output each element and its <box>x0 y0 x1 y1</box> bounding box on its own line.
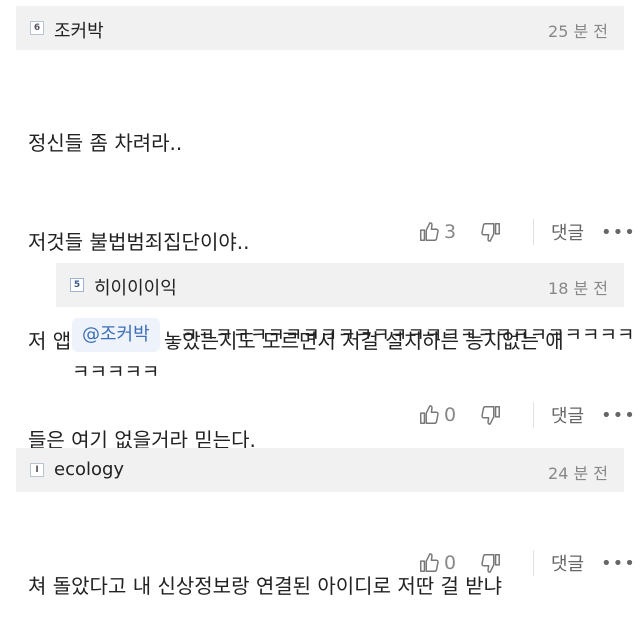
level-badge-icon: I <box>30 463 44 477</box>
more-icon: ••• <box>601 404 636 426</box>
thumbs-down-icon <box>481 406 500 425</box>
reply-label: 댓글 <box>551 406 585 427</box>
more-button[interactable]: ••• <box>601 400 636 430</box>
like-button[interactable]: 0 <box>418 548 456 578</box>
comment-line: 정신들 좀 차려라.. <box>28 131 183 155</box>
thumbs-up-icon <box>420 222 439 241</box>
comment-time: 24 분 전 <box>548 464 608 483</box>
reply-button[interactable]: 댓글 <box>551 548 584 578</box>
comment-time: 25 분 전 <box>548 22 608 41</box>
comment-time: 18 분 전 <box>548 279 608 298</box>
comment-actions: 0 댓글 ••• <box>0 400 640 430</box>
comment-header: 6 조커박 25 분 전 <box>16 6 624 50</box>
reply-header: 5 히이이이익 18 분 전 <box>56 263 624 307</box>
reply-button[interactable]: 댓글 <box>551 217 584 247</box>
reply-label: 댓글 <box>551 554 585 575</box>
comment-author[interactable]: ecology <box>54 459 124 480</box>
more-icon: ••• <box>601 552 636 574</box>
mention-tag[interactable]: @조커박 <box>72 318 160 352</box>
like-count: 3 <box>444 221 457 243</box>
divider <box>533 550 534 576</box>
like-button[interactable]: 0 <box>418 400 456 430</box>
comment-line: ㅋㅋㅋㅋㅋ <box>72 361 160 383</box>
reply-label: 댓글 <box>551 223 585 244</box>
comment-author[interactable]: 히이이이익 <box>94 274 177 300</box>
level-badge-icon: 6 <box>30 21 44 35</box>
divider <box>533 219 534 245</box>
thumbs-up-icon <box>420 553 439 572</box>
reply-button[interactable]: 댓글 <box>551 400 584 430</box>
like-count: 0 <box>444 552 457 574</box>
thumbs-up-icon <box>420 405 439 424</box>
comment-actions: 0 댓글 ••• <box>0 548 640 578</box>
level-badge-icon: 5 <box>70 278 84 292</box>
comment-author[interactable]: 조커박 <box>54 17 104 43</box>
like-count: 0 <box>444 404 457 426</box>
comment-actions: 3 댓글 ••• <box>0 217 640 247</box>
comment-line: ㅋㅋㅋㅋㅋㅋㅋㅋㅋㅋㅋㅋㅋㅋㅋㅋㅋㅋㅋㅋㅋㅋㅋㅋㅋㅋ <box>180 324 635 346</box>
more-icon: ••• <box>601 221 636 243</box>
dislike-button[interactable] <box>480 548 502 578</box>
divider <box>533 402 534 428</box>
thumbs-down-icon <box>481 554 500 573</box>
more-button[interactable]: ••• <box>601 217 636 247</box>
dislike-button[interactable] <box>480 400 502 430</box>
like-button[interactable]: 3 <box>418 217 456 247</box>
thumbs-down-icon <box>481 223 500 242</box>
more-button[interactable]: ••• <box>601 548 636 578</box>
comment-header: I ecology 24 분 전 <box>16 448 624 492</box>
dislike-button[interactable] <box>480 217 502 247</box>
